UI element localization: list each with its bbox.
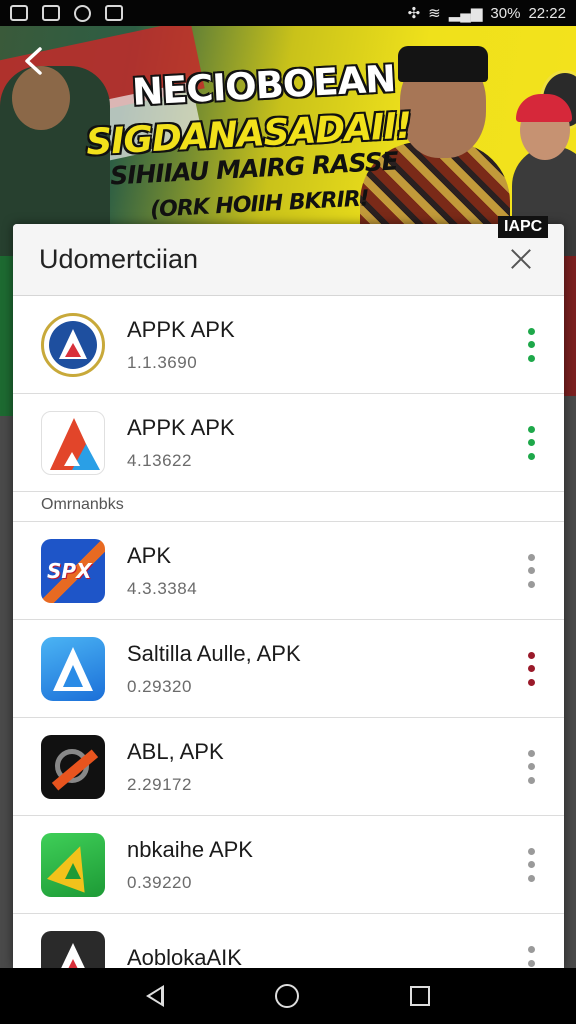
app-version: 1.1.3690 — [127, 352, 198, 372]
more-vertical-icon[interactable] — [524, 847, 538, 882]
signal-icon: ▂▄▆ — [448, 5, 483, 22]
more-vertical-icon[interactable] — [524, 425, 538, 460]
gallery-icon — [10, 5, 28, 21]
more-vertical-icon[interactable] — [524, 327, 538, 362]
more-vertical-icon[interactable] — [524, 749, 538, 784]
close-icon[interactable] — [506, 244, 538, 276]
sheet-title: Udomertciian — [39, 244, 199, 274]
vibrate-icon: ✣ — [407, 5, 421, 22]
list-item[interactable]: nbkaihe APK 0.39220 — [13, 816, 564, 914]
more-vertical-icon[interactable] — [524, 651, 538, 686]
app-logo-icon — [41, 410, 105, 475]
banner-badge: IAPC — [498, 216, 549, 238]
promo-banner[interactable]: NECIOBOEAN SIGDANASADAII! SIHIIAU MAIRG … — [0, 26, 576, 256]
more-vertical-icon[interactable] — [524, 553, 538, 588]
wifi-icon: ≋ — [428, 5, 441, 22]
app-logo-icon — [41, 312, 105, 377]
app-name: AoblokaAIK — [127, 945, 242, 968]
app-logo-icon — [41, 931, 105, 968]
list-item[interactable]: ABL, APK 2.29172 — [13, 718, 564, 816]
nav-recents-icon[interactable] — [410, 986, 431, 1006]
sheet-header: Udomertciian — [13, 224, 564, 296]
list-item[interactable]: SPX APK 4.3.3384 — [13, 522, 564, 620]
system-nav-bar — [0, 968, 576, 1024]
app-version: 0.39220 — [127, 872, 192, 892]
app-version: 0.29320 — [127, 676, 192, 696]
app-version: 4.3.3384 — [127, 578, 198, 598]
app-name: nbkaihe APK — [127, 836, 253, 862]
app-name: ABL, APK — [127, 738, 224, 764]
nav-home-icon[interactable] — [274, 984, 299, 1008]
app-logo-icon — [41, 832, 105, 897]
app-logo-icon — [41, 734, 105, 799]
list-item[interactable]: APPK APK 1.1.3690 — [13, 296, 564, 394]
list-item[interactable]: APPK APK 4.13622 — [13, 394, 564, 492]
section-label: Omrnanbks — [13, 492, 564, 522]
banner-headline-4: (ORK HOIIH BKRIR! — [149, 186, 370, 223]
app-version: 4.13622 — [127, 450, 192, 470]
app-name: APK — [127, 542, 172, 568]
notification-icon — [105, 5, 123, 21]
arrow-left-icon[interactable] — [22, 46, 46, 76]
app-name: APPK APK — [127, 414, 235, 440]
list-item[interactable]: AoblokaAIK — [13, 914, 564, 968]
app-name: APPK APK — [127, 316, 235, 342]
app-list-sheet: Udomertciian APPK APK 1.1.3690 APPK APK … — [13, 224, 564, 968]
list-item[interactable]: Saltilla Aulle, APK 0.29320 — [13, 620, 564, 718]
status-bar: ✣ ≋ ▂▄▆ 30% 22:22 — [0, 0, 576, 26]
peci-hat — [398, 46, 488, 82]
sync-icon — [74, 4, 91, 22]
app-name: Saltilla Aulle, APK — [127, 640, 301, 666]
battery-level: 30% — [490, 4, 521, 22]
app-logo-icon — [41, 636, 105, 701]
more-vertical-icon[interactable] — [524, 946, 538, 968]
media-icon — [42, 5, 60, 21]
nav-back-icon[interactable] — [145, 985, 164, 1007]
app-logo-icon: SPX — [41, 538, 105, 603]
app-version: 2.29172 — [127, 774, 192, 794]
clock: 22:22 — [528, 4, 566, 22]
